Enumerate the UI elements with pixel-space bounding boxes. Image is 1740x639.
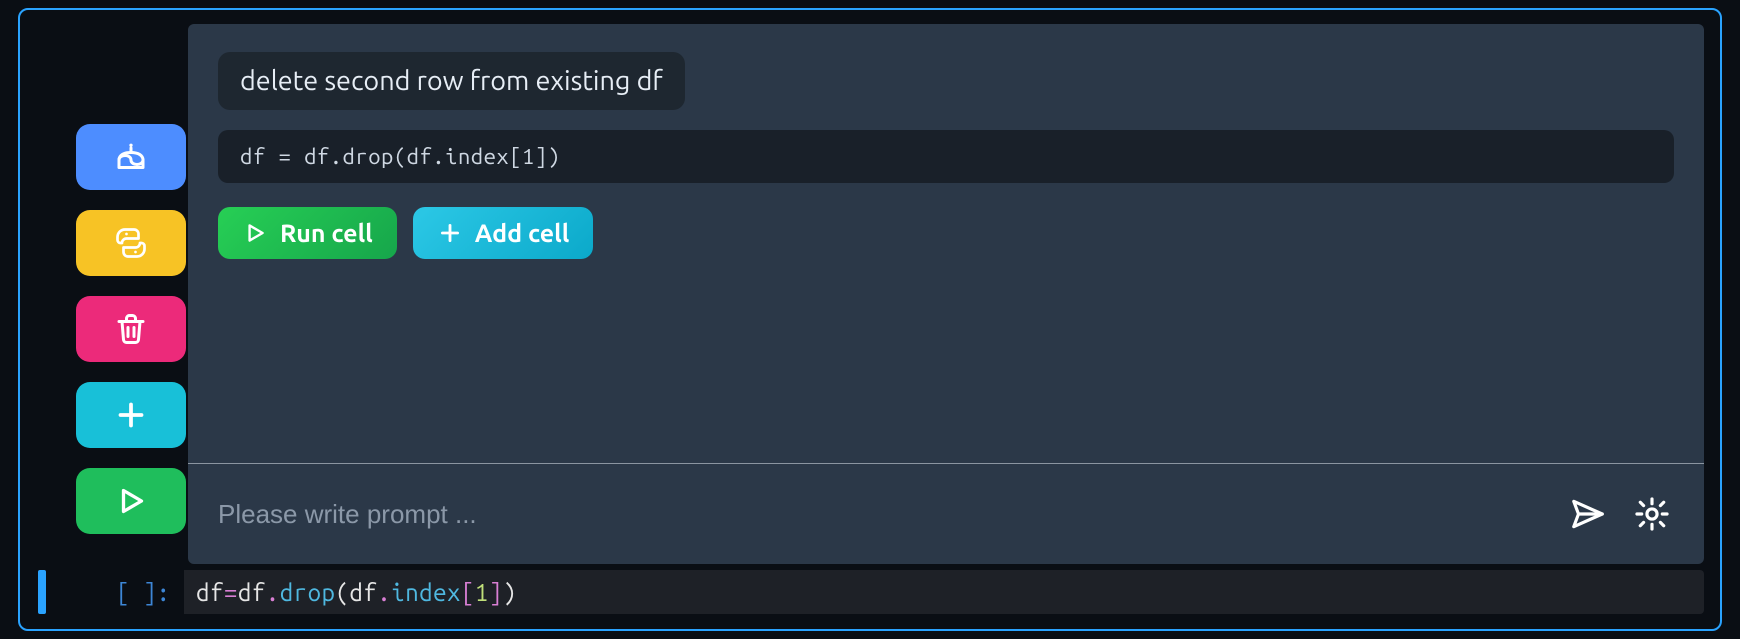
cell-active-marker	[38, 570, 46, 614]
add-cell-label: Add cell	[475, 219, 570, 247]
panel-divider	[188, 463, 1704, 464]
play-icon	[242, 220, 268, 246]
add-cell-button[interactable]: Add cell	[413, 207, 594, 259]
run-cell-label: Run cell	[280, 219, 373, 247]
python-icon	[113, 225, 149, 261]
toolbar-cake-button[interactable]	[76, 124, 186, 190]
ai-panel: delete second row from existing df df = …	[188, 24, 1704, 564]
suggested-code: df = df.drop(df.index[1])	[218, 130, 1674, 183]
run-cell-button[interactable]: Run cell	[218, 207, 397, 259]
toolbar-python-button[interactable]	[76, 210, 186, 276]
action-row: Run cell Add cell	[218, 207, 1674, 259]
send-icon	[1569, 495, 1607, 533]
cake-icon	[113, 139, 149, 175]
plus-icon	[437, 220, 463, 246]
prompt-row	[188, 464, 1704, 564]
settings-button[interactable]	[1630, 492, 1674, 536]
cell-toolbar	[76, 124, 186, 534]
cell-frame: delete second row from existing df df = …	[18, 8, 1722, 631]
toolbar-delete-button[interactable]	[76, 296, 186, 362]
plus-icon	[113, 397, 149, 433]
cell-prompt-label: [ ]:	[46, 570, 184, 614]
code-cell[interactable]: [ ]: df = df.drop(df.index[1])	[38, 570, 1704, 614]
play-icon	[113, 483, 149, 519]
toolbar-add-button[interactable]	[76, 382, 186, 448]
prompt-input[interactable]	[218, 499, 1546, 530]
gear-icon	[1633, 495, 1671, 533]
trash-icon	[113, 311, 149, 347]
ai-panel-content: delete second row from existing df df = …	[188, 24, 1704, 463]
query-chip: delete second row from existing df	[218, 52, 685, 110]
cell-code-content[interactable]: df = df.drop(df.index[1])	[184, 570, 1704, 614]
send-button[interactable]	[1566, 492, 1610, 536]
toolbar-run-button[interactable]	[76, 468, 186, 534]
